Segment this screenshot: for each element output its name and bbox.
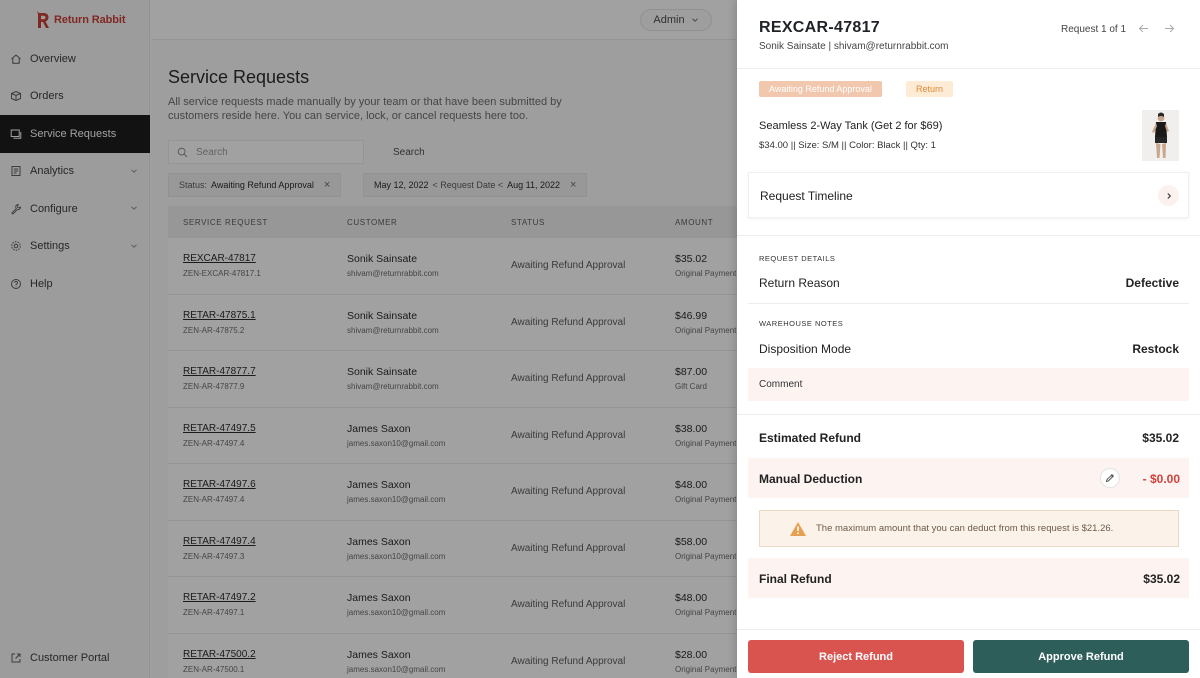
- chevron-right-icon: [1158, 185, 1179, 206]
- comment-field[interactable]: Comment: [748, 368, 1189, 401]
- status-badge: Awaiting Refund Approval: [759, 81, 882, 97]
- divider: [748, 303, 1189, 304]
- final-refund-row: Final Refund $35.02: [748, 558, 1189, 598]
- manual-deduction-value: - $0.00: [1142, 472, 1180, 486]
- arrow-right-icon: [1164, 24, 1174, 32]
- arrow-left-icon: [1138, 24, 1148, 32]
- customer-info: Sonik Sainsate | shivam@returnrabbit.com: [759, 41, 949, 52]
- manual-deduction-label: Manual Deduction: [759, 472, 863, 486]
- manual-deduction-row: Manual Deduction - $0.00: [748, 458, 1189, 498]
- request-timeline-button[interactable]: Request Timeline: [748, 172, 1189, 218]
- product-image: [1142, 110, 1179, 161]
- warning-icon: [790, 521, 806, 536]
- estimated-refund-label: Estimated Refund: [759, 431, 862, 445]
- timeline-label: Request Timeline: [760, 189, 853, 203]
- next-request-button[interactable]: [1162, 21, 1176, 35]
- final-refund-value: $35.02: [1143, 572, 1180, 586]
- reject-refund-button[interactable]: Reject Refund: [748, 640, 964, 673]
- divider: [737, 68, 1200, 69]
- approve-refund-button[interactable]: Approve Refund: [973, 640, 1189, 673]
- edit-deduction-button[interactable]: [1100, 468, 1120, 488]
- section-heading: REQUEST DETAILS: [759, 254, 836, 263]
- product-name: Seamless 2-Way Tank (Get 2 for $69): [759, 120, 943, 132]
- request-id: REXCAR-47817: [759, 19, 880, 36]
- drawer-footer: Reject Refund Approve Refund: [737, 629, 1200, 678]
- request-detail-drawer: REXCAR-47817 Sonik Sainsate | shivam@ret…: [737, 0, 1200, 678]
- divider: [737, 235, 1200, 236]
- modal-backdrop[interactable]: [0, 0, 737, 678]
- request-type-badge: Return: [906, 81, 954, 97]
- product-details: $34.00 || Size: S/M || Color: Black || Q…: [759, 140, 936, 151]
- divider: [737, 414, 1200, 415]
- previous-request-button[interactable]: [1136, 21, 1150, 35]
- comment-label: Comment: [759, 379, 803, 390]
- final-refund-label: Final Refund: [759, 572, 832, 586]
- disposition-mode-value: Restock: [1132, 342, 1179, 356]
- estimated-refund-value: $35.02: [1142, 431, 1179, 445]
- pencil-icon: [1105, 473, 1115, 483]
- warning-text: The maximum amount that you can deduct f…: [816, 523, 1114, 534]
- section-heading: WAREHOUSE NOTES: [759, 319, 844, 328]
- request-pager: Request 1 of 1: [1061, 24, 1127, 35]
- disposition-mode-label: Disposition Mode: [759, 342, 852, 356]
- deduction-warning: The maximum amount that you can deduct f…: [759, 510, 1179, 547]
- return-reason-value: Defective: [1125, 276, 1179, 290]
- return-reason-label: Return Reason: [759, 276, 840, 290]
